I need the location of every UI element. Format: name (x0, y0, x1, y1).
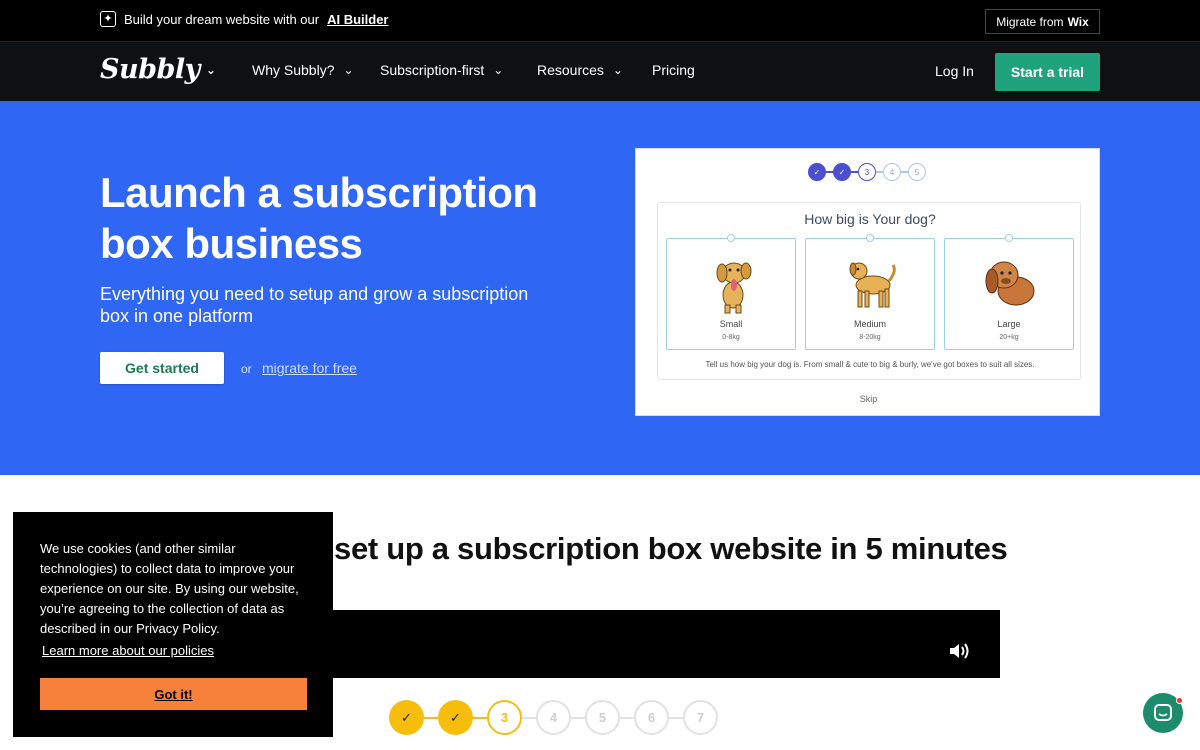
or-separator: or (241, 362, 252, 376)
subbly-logo[interactable]: Subbly ⌄ (100, 54, 216, 85)
option-name: Large (997, 319, 1021, 329)
nav-resources[interactable]: Resources ⌄ (537, 62, 623, 78)
step-complete-icon: ✓ (389, 700, 424, 735)
step-complete-icon: ✓ (808, 163, 826, 181)
option-large: Large 20+kg (944, 234, 1074, 350)
chevron-down-icon: ⌄ (612, 63, 623, 77)
promo-text: Build your dream website with our (124, 11, 320, 27)
promo-bar: ✦ Build your dream website with our AI B… (0, 0, 1200, 42)
migrate-for-free-link[interactable]: migrate for free (262, 360, 357, 376)
step-pending: 5 (908, 163, 926, 181)
chevron-down-icon: ⌄ (493, 63, 504, 77)
step-connector (571, 716, 585, 719)
ai-builder-link[interactable]: AI Builder (327, 12, 388, 27)
promo-message: ✦ Build your dream website with our AI B… (100, 11, 389, 27)
step-pending: 4 (536, 700, 571, 735)
step-current: 3 (487, 700, 522, 735)
option-weight: 20+kg (999, 334, 1019, 341)
step-connector (473, 716, 487, 719)
login-link[interactable]: Log In (935, 63, 974, 79)
cookie-banner: We use cookies (and other similar techno… (13, 512, 333, 737)
nav-why-subbly[interactable]: Why Subbly? ⌄ (252, 62, 354, 78)
question-box: How big is Your dog? Small 0-8kg Medium … (657, 202, 1081, 380)
chevron-down-icon: ⌄ (343, 63, 354, 77)
step-pending: 7 (683, 700, 718, 735)
cookie-message: We use cookies (and other similar techno… (40, 541, 299, 636)
nav-item-label: Pricing (652, 62, 695, 78)
radio-dot (1005, 234, 1013, 242)
volume-icon[interactable] (948, 641, 972, 666)
notification-dot (1176, 697, 1183, 704)
large-dog-icon (985, 261, 1035, 306)
nav-item-label: Resources (537, 62, 604, 78)
step-connector (901, 171, 908, 173)
nav-subscription-first[interactable]: Subscription-first ⌄ (380, 62, 503, 78)
option-medium: Medium 8-20kg (805, 234, 935, 350)
quiz-preview-card: ✓ ✓ 3 4 5 How big is Your dog? Small 0-8… (635, 148, 1100, 416)
logo-text: Subbly (100, 54, 200, 85)
migrate-prefix: Migrate from (996, 14, 1064, 29)
step-pending: 6 (634, 700, 669, 735)
medium-dog-icon (849, 262, 896, 308)
video-player[interactable] (320, 610, 1000, 678)
step-connector (876, 171, 883, 173)
option-weight: 0-8kg (722, 334, 740, 341)
nav-pricing[interactable]: Pricing (652, 62, 695, 78)
step-current: 3 (858, 163, 876, 181)
start-trial-button[interactable]: Start a trial (995, 53, 1100, 91)
hero-subtitle: Everything you need to setup and grow a … (100, 284, 529, 326)
chat-icon (1154, 704, 1172, 721)
radio-dot (866, 234, 874, 242)
step-connector (826, 171, 833, 173)
step-pending: 4 (883, 163, 901, 181)
step-connector (424, 716, 438, 719)
main-navigation: Subbly ⌄ Why Subbly? ⌄ Subscription-firs… (0, 42, 1200, 101)
hero-section: Launch a subscription box business Every… (0, 101, 1200, 475)
skip-link: Skip (859, 394, 878, 404)
sparkle-icon: ✦ (100, 11, 116, 27)
option-name: Medium (853, 319, 886, 329)
step-complete-icon: ✓ (833, 163, 851, 181)
section-title: set up a subscription box website in 5 m… (334, 531, 1008, 566)
mini-step-indicator: ✓ ✓ 3 4 5 (808, 163, 926, 181)
hero-title: Launch a subscription box business (100, 169, 538, 267)
radio-dot (727, 234, 735, 242)
option-name: Small (719, 319, 743, 329)
cookie-accept-button[interactable]: Got it! (40, 678, 307, 710)
step-connector (851, 171, 858, 173)
nav-item-label: Why Subbly? (252, 62, 335, 78)
nav-item-label: Subscription-first (380, 62, 485, 78)
option-small: Small 0-8kg (666, 234, 796, 350)
wix-label: Wix (1067, 14, 1089, 29)
option-weight: 8-20kg (859, 334, 881, 341)
small-dog-icon (716, 262, 752, 314)
migrate-from-wix-button[interactable]: Migrate from Wix (985, 9, 1100, 34)
step-connector (620, 716, 634, 719)
question-note: Tell us how big your dog is. From small … (705, 360, 1035, 369)
step-connector (669, 716, 683, 719)
step-pending: 5 (585, 700, 620, 735)
chevron-down-icon: ⌄ (205, 62, 216, 77)
cookie-policy-link[interactable]: Learn more about our policies (42, 643, 214, 658)
question-title: How big is Your dog? (804, 211, 936, 227)
step-connector (522, 716, 536, 719)
step-complete-icon: ✓ (438, 700, 473, 735)
step-progress: ✓ ✓ 3 4 5 6 7 (389, 700, 718, 735)
get-started-button[interactable]: Get started (100, 352, 224, 384)
